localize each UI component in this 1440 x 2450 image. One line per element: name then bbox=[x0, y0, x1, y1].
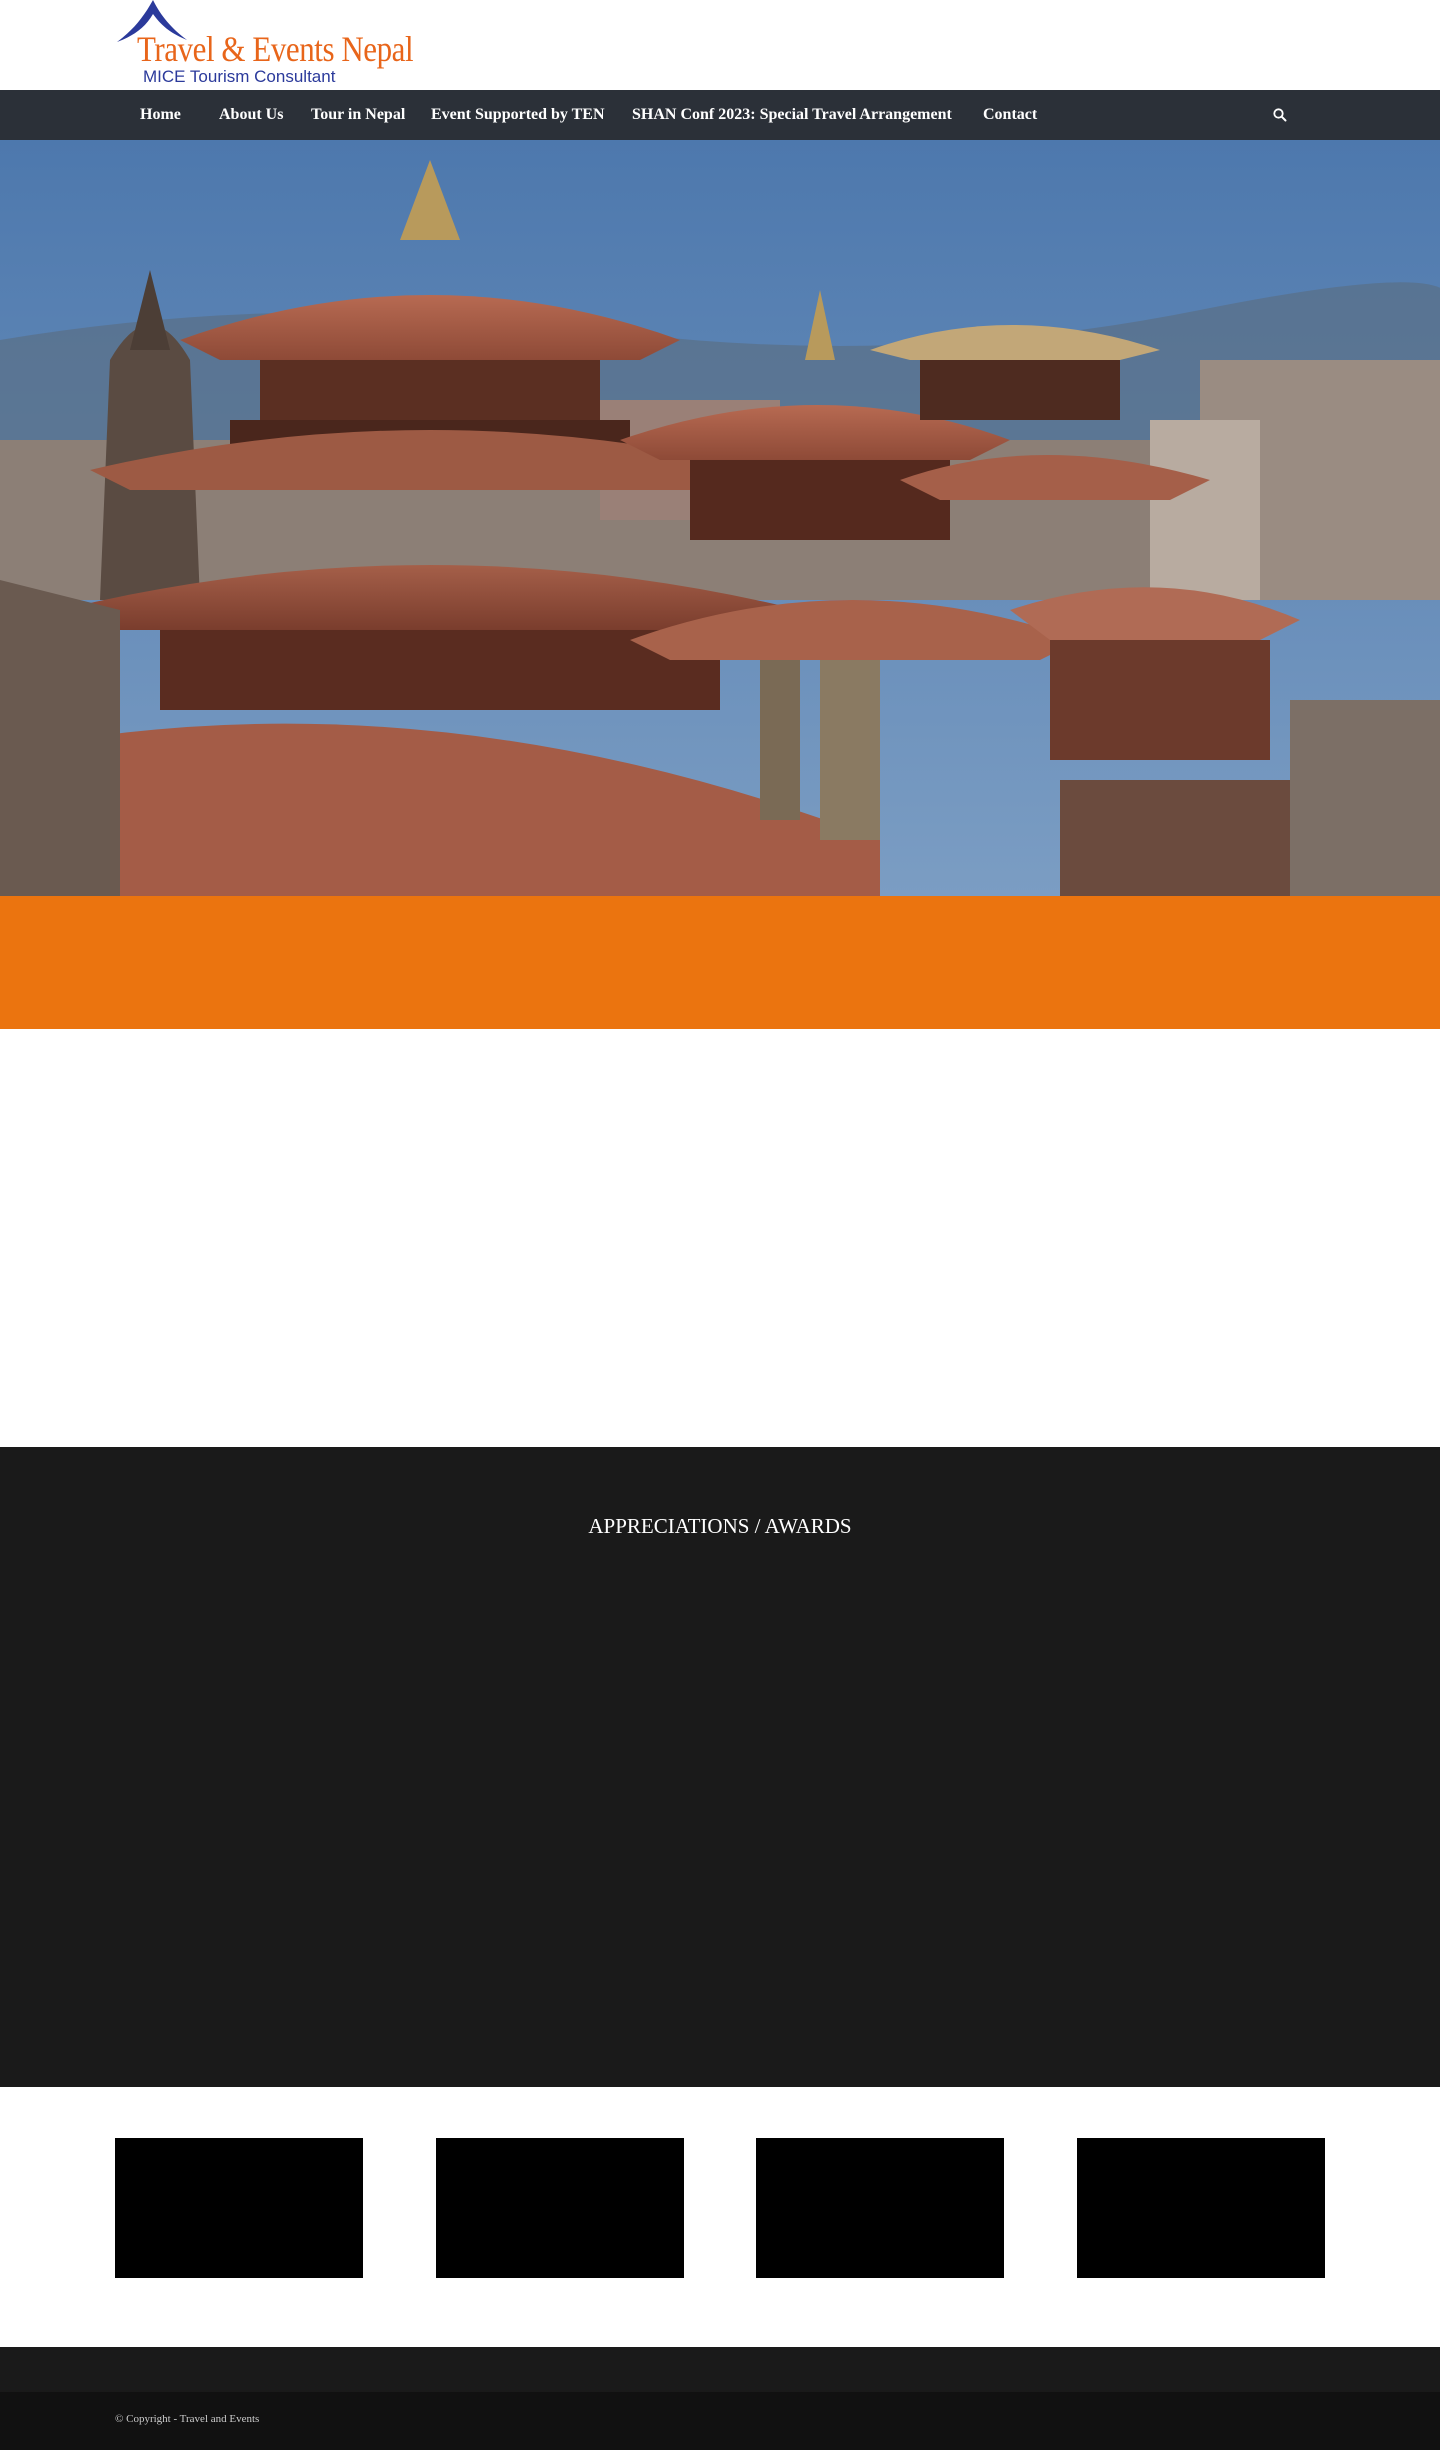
logo-subtitle: MICE Tourism Consultant bbox=[143, 67, 336, 86]
media-box[interactable] bbox=[115, 2138, 363, 2278]
search-icon[interactable] bbox=[1272, 107, 1288, 123]
media-box[interactable] bbox=[756, 2138, 1004, 2278]
nav-item-contact[interactable]: Contact bbox=[983, 90, 1037, 140]
footer-widgets bbox=[0, 2347, 1440, 2392]
pagoda-rooftops-image bbox=[0, 140, 1440, 896]
media-box[interactable] bbox=[436, 2138, 684, 2278]
hero-image bbox=[0, 140, 1440, 896]
nav-item-home[interactable]: Home bbox=[140, 90, 181, 140]
site-logo[interactable]: Travel & Events Nepal MICE Tourism Consu… bbox=[115, 0, 414, 90]
nav-item-event-supported[interactable]: Event Supported by TEN bbox=[431, 90, 605, 140]
nav-item-tour-in-nepal[interactable]: Tour in Nepal bbox=[311, 90, 405, 140]
nav-item-about-us[interactable]: About Us bbox=[219, 90, 283, 140]
awards-title: APPRECIATIONS / AWARDS bbox=[588, 1514, 852, 1538]
copyright-text: © Copyright - Travel and Events bbox=[115, 2413, 260, 2425]
content-area bbox=[0, 1029, 1440, 1447]
main-navigation: Home About Us Tour in Nepal Event Suppor… bbox=[0, 90, 1440, 140]
media-box[interactable] bbox=[1077, 2138, 1325, 2278]
awards-section: APPRECIATIONS / AWARDS bbox=[0, 1447, 1440, 2087]
accent-band bbox=[0, 896, 1440, 1029]
site-header: Travel & Events Nepal MICE Tourism Consu… bbox=[0, 0, 1440, 90]
nav-item-shan-conf[interactable]: SHAN Conf 2023: Special Travel Arrangeme… bbox=[632, 90, 952, 140]
site-footer: © Copyright - Travel and Events bbox=[0, 2392, 1440, 2450]
logo-title: Travel & Events Nepal bbox=[137, 29, 414, 69]
media-boxes bbox=[0, 2087, 1440, 2347]
